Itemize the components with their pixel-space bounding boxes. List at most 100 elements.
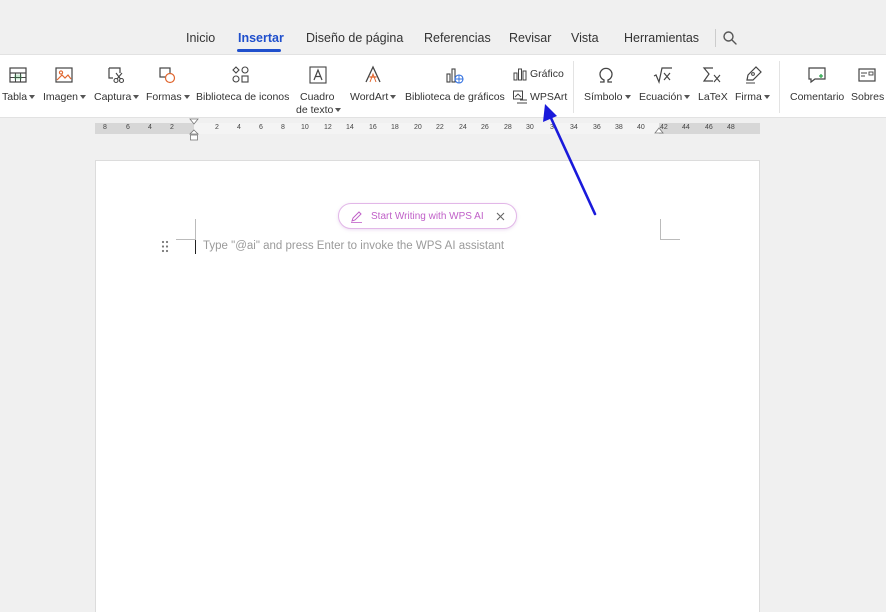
ruler-number: 36: [593, 124, 601, 131]
chevron-down-icon: [29, 95, 36, 100]
simbolo-label: Símbolo: [584, 91, 623, 103]
ruler-number: 18: [391, 124, 399, 131]
ruler-number: 14: [346, 124, 354, 131]
tab-revisar[interactable]: Revisar: [509, 31, 551, 45]
ruler-number: 3: [550, 124, 554, 131]
envelope-icon: [858, 68, 876, 82]
cuadro-de-texto-label-1: Cuadro: [300, 91, 335, 103]
grafico-label: Gráfico: [530, 68, 564, 80]
screenshot-scissors-icon: [108, 67, 125, 84]
ruler-number: 34: [570, 124, 578, 131]
simbolo-button[interactable]: Símbolo: [583, 65, 631, 117]
ruler-number: 30: [526, 124, 534, 131]
tab-inicio[interactable]: Inicio: [186, 31, 215, 45]
firma-button[interactable]: Firma: [734, 65, 772, 117]
text-box-icon: [309, 66, 327, 84]
ecuacion-button[interactable]: Ecuación: [638, 65, 691, 117]
imagen-label: Imagen: [43, 91, 79, 103]
close-icon[interactable]: [495, 211, 506, 222]
ruler-number: 4: [148, 124, 152, 131]
comment-add-icon: [808, 67, 826, 84]
chevron-down-icon: [133, 95, 140, 100]
wordart-label: WordArt: [350, 91, 389, 103]
tab-insertar[interactable]: Insertar: [238, 31, 284, 45]
wpsart-button[interactable]: WPSArt: [512, 88, 568, 106]
ruler-number: 6: [126, 124, 130, 131]
ecuacion-label: Ecuación: [639, 91, 683, 103]
tab-vista[interactable]: Vista: [571, 31, 599, 45]
latex-button[interactable]: LaTeX: [697, 65, 729, 117]
tab-divider: [715, 29, 716, 47]
imagen-button[interactable]: Imagen: [42, 65, 88, 117]
ruler-number: 24: [459, 124, 467, 131]
start-writing-wps-ai-button[interactable]: Start Writing with WPS AI: [338, 203, 517, 229]
right-indent-marker[interactable]: [654, 127, 664, 136]
chart-library-icon: [446, 68, 464, 84]
latex-label: LaTeX: [698, 91, 728, 103]
formas-button[interactable]: Formas: [145, 65, 190, 117]
margin-corner-top-right: [660, 219, 680, 240]
ruler-number: 4: [237, 124, 241, 131]
search-icon[interactable]: [722, 30, 738, 46]
biblioteca-de-graficos-label: Biblioteca de gráficos: [405, 91, 505, 103]
sobres-button[interactable]: Sobres: [850, 65, 886, 117]
ruler-number: 16: [369, 124, 377, 131]
ruler-number: 22: [436, 124, 444, 131]
text-cursor: [195, 240, 196, 254]
captura-button[interactable]: Captura: [93, 65, 140, 117]
ruler-number: 28: [504, 124, 512, 131]
tabla-label: Tabla: [2, 91, 28, 103]
drag-handle-icon[interactable]: [161, 240, 169, 253]
tab-diseno-de-pagina[interactable]: Diseño de página: [306, 31, 403, 45]
shapes-icon: [159, 67, 176, 84]
wps-ai-button-label: Start Writing with WPS AI: [371, 211, 484, 222]
ruler-number: 26: [481, 124, 489, 131]
wordart-button[interactable]: WordArt: [349, 65, 397, 117]
image-icon: [55, 67, 73, 83]
margin-corner-top-left: [176, 219, 196, 240]
left-indent-marker[interactable]: [189, 118, 199, 142]
biblioteca-de-iconos-label: Biblioteca de iconos: [196, 91, 290, 103]
ruler-number: 40: [637, 124, 645, 131]
chevron-down-icon: [80, 95, 87, 100]
omega-symbol-icon: [599, 67, 613, 83]
tab-referencias[interactable]: Referencias: [424, 31, 491, 45]
chevron-down-icon: [684, 95, 691, 100]
biblioteca-de-iconos-button[interactable]: Biblioteca de iconos: [195, 65, 289, 117]
tab-herramientas[interactable]: Herramientas: [624, 31, 699, 45]
wpsart-label: WPSArt: [530, 91, 568, 103]
pen-icon: [351, 211, 362, 223]
ruler-number: 38: [615, 124, 623, 131]
ruler-text-area: [194, 123, 659, 134]
ribbon-divider: [573, 61, 574, 113]
firma-label: Firma: [735, 91, 762, 103]
ruler-number: 8: [103, 124, 107, 131]
signature-pen-icon: [746, 66, 762, 84]
active-tab-indicator: [237, 49, 281, 52]
sigma-latex-icon: [702, 67, 721, 83]
comentario-button[interactable]: Comentario: [789, 65, 845, 117]
captura-label: Captura: [94, 91, 132, 103]
ruler-number: 10: [301, 124, 309, 131]
ruler-number: 2: [170, 124, 174, 131]
ruler-number: 8: [281, 124, 285, 131]
chevron-down-icon: [390, 95, 397, 100]
ribbon-tab-bar: Inicio Insertar Diseño de página Referen…: [0, 0, 886, 54]
ruler-number: 46: [705, 124, 713, 131]
sobres-label: Sobres: [851, 91, 885, 103]
tabla-button[interactable]: Tabla: [0, 65, 36, 117]
chevron-down-icon: [183, 95, 190, 100]
ruler-number: 12: [324, 124, 332, 131]
chevron-down-icon: [335, 108, 342, 113]
chevron-down-icon: [624, 95, 631, 100]
insert-ribbon: Tabla Imagen Captura Formas Biblioteca d…: [0, 54, 886, 118]
ruler-number: 20: [414, 124, 422, 131]
grafico-button[interactable]: Gráfico: [512, 65, 566, 83]
table-icon: [9, 67, 27, 83]
ruler-number: 48: [727, 124, 735, 131]
biblioteca-de-graficos-button[interactable]: Biblioteca de gráficos: [404, 65, 505, 117]
chevron-down-icon: [763, 95, 770, 100]
document-placeholder[interactable]: Type "@ai" and press Enter to invoke the…: [203, 240, 504, 252]
ribbon-divider: [779, 61, 780, 113]
cuadro-de-texto-button[interactable]: Cuadro de texto: [294, 65, 342, 117]
